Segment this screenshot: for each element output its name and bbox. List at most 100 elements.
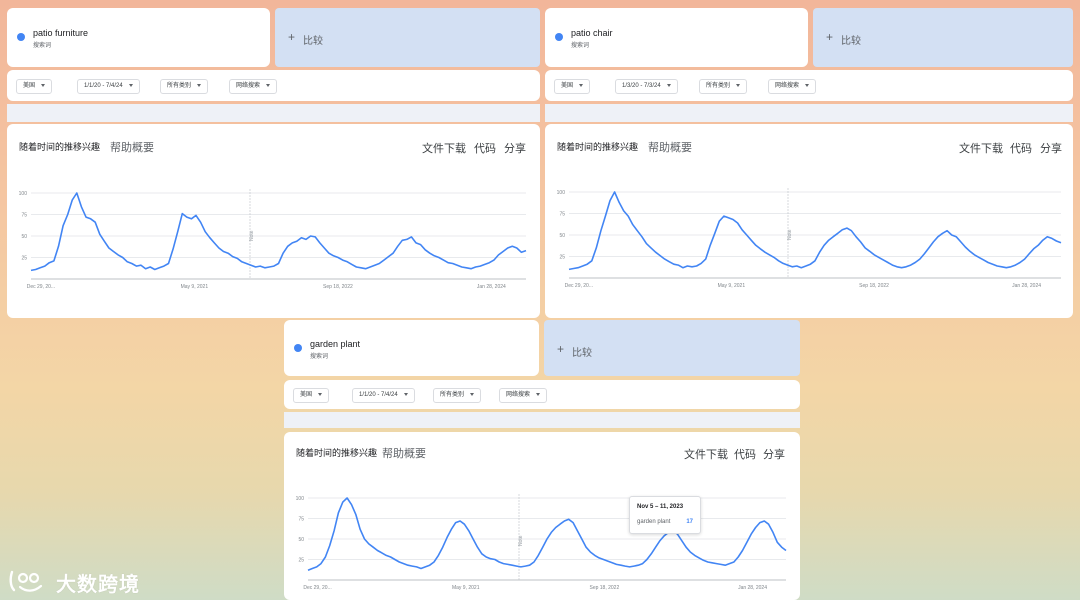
brand-name: 大数跨境 xyxy=(56,574,140,596)
x-tick-label: May 9, 2021 xyxy=(452,585,480,591)
caret-down-icon xyxy=(403,392,408,396)
x-tick-label: Dec 29, 20... xyxy=(303,585,331,591)
search-term-type: 搜索词 xyxy=(33,43,52,49)
search-type-value: 网络搜索 xyxy=(775,83,800,89)
search-term-card[interactable]: garden plant 搜索词 xyxy=(284,320,539,376)
x-tick-label: Sep 18, 2022 xyxy=(589,585,619,591)
y-tick-label: 50 xyxy=(559,233,565,239)
series-line xyxy=(568,191,1062,271)
compare-label: 比较 xyxy=(572,348,592,359)
region-dropdown[interactable]: 美国 xyxy=(16,79,53,94)
section-divider xyxy=(7,104,540,122)
x-tick-label: Jan 28, 2024 xyxy=(1012,283,1041,289)
y-tick-label: 25 xyxy=(21,256,27,262)
search-term-card[interactable]: patio chair 搜索词 xyxy=(545,8,808,67)
compare-label: 比较 xyxy=(841,36,861,47)
x-tick-label: Sep 18, 2022 xyxy=(323,284,353,290)
date-range-value: 1/3/20 - 7/3/24 xyxy=(622,83,661,89)
region-dropdown[interactable]: 美国 xyxy=(293,388,330,403)
y-tick-label: 50 xyxy=(21,234,27,240)
caret-down-icon xyxy=(666,83,671,87)
y-tick-label: 25 xyxy=(559,255,565,261)
date-range-dropdown[interactable]: 1/1/20 - 7/4/24 xyxy=(352,388,415,403)
x-tick-label: Jan 28, 2024 xyxy=(477,284,506,290)
y-tick-label: 25 xyxy=(298,558,304,564)
series-color-dot xyxy=(555,33,563,41)
search-type-value: 网络搜索 xyxy=(236,83,261,89)
x-tick-label: Dec 29, 20... xyxy=(565,283,593,289)
region-value: 美国 xyxy=(561,83,574,89)
search-type-dropdown[interactable]: 网络搜索 xyxy=(229,79,278,94)
compare-button[interactable]: + 比较 xyxy=(275,8,540,67)
y-tick-label: 75 xyxy=(21,213,27,219)
search-type-value: 网络搜索 xyxy=(506,392,531,398)
tooltip-date: Nov 5 – 11, 2023 xyxy=(637,504,684,510)
tooltip-term: garden plant xyxy=(637,519,671,525)
category-value: 所有类别 xyxy=(167,83,192,89)
region-value: 美国 xyxy=(23,83,36,89)
category-dropdown[interactable]: 所有类别 xyxy=(160,79,209,94)
brand-logo-icon xyxy=(9,570,43,592)
caret-down-icon xyxy=(805,83,810,87)
caret-down-icon xyxy=(736,83,741,87)
caret-down-icon xyxy=(266,83,271,87)
category-value: 所有类别 xyxy=(440,392,465,398)
date-range-dropdown[interactable]: 1/1/20 - 7/4/24 xyxy=(77,79,140,94)
y-tick-label: 100 xyxy=(19,191,28,197)
filter-bar: 美国 1/1/20 - 7/4/24 所有类别 网络搜索 xyxy=(7,70,540,101)
x-tick-label: May 9, 2021 xyxy=(181,284,209,290)
category-dropdown[interactable]: 所有类别 xyxy=(433,388,482,403)
interest-line-chart[interactable]: 100 75 50 25 Note Dec 29, 20... May 9, 2021 Sep… xyxy=(7,124,540,318)
filter-bar: 美国 1/3/20 - 7/3/24 所有类别 网络搜索 xyxy=(545,70,1073,101)
search-term-card[interactable]: patio furniture 搜索词 xyxy=(7,8,270,67)
search-term-name: garden plant xyxy=(310,339,361,349)
caret-down-icon xyxy=(536,392,541,396)
interest-chart-card: 随着时间的推移兴趣 帮助概要 文件下载 代码 分享 100 75 50 25 Note D… xyxy=(7,124,540,318)
caret-down-icon xyxy=(470,392,475,396)
filter-bar: 美国 1/1/20 - 7/4/24 所有类别 网络搜索 xyxy=(284,380,800,409)
date-range-dropdown[interactable]: 1/3/20 - 7/3/24 xyxy=(615,79,678,94)
tooltip-value: 17 xyxy=(686,519,693,525)
y-tick-label: 75 xyxy=(298,517,304,523)
y-tick-label: 100 xyxy=(296,496,305,502)
caret-down-icon xyxy=(318,392,323,396)
category-value: 所有类别 xyxy=(706,83,731,89)
date-range-value: 1/1/20 - 7/4/24 xyxy=(359,392,398,398)
x-tick-label: Sep 18, 2022 xyxy=(859,283,889,289)
x-tick-label: May 9, 2021 xyxy=(718,283,746,289)
y-tick-label: 75 xyxy=(559,212,565,218)
plus-icon: + xyxy=(288,30,296,44)
y-tick-label: 50 xyxy=(298,537,304,543)
section-divider xyxy=(284,412,800,428)
y-tick-label: 100 xyxy=(557,190,566,196)
compare-label: 比较 xyxy=(303,36,323,47)
search-term-name: patio furniture xyxy=(33,28,89,38)
search-type-dropdown[interactable]: 网络搜索 xyxy=(768,79,817,94)
interest-line-chart[interactable]: 100 75 50 25 Note Dec 29, 20... May 9, 2021 Sep… xyxy=(545,124,1073,318)
date-range-value: 1/1/20 - 7/4/24 xyxy=(84,83,123,89)
plus-icon: + xyxy=(826,30,834,44)
series-color-dot xyxy=(17,33,25,41)
trends-panel-1: patio furniture 搜索词 + 比较 美国 1/1/20 - 7/4… xyxy=(7,8,540,318)
search-term-type: 搜索词 xyxy=(310,354,329,360)
interest-chart-card: 随着时间的推移兴趣 帮助概要 文件下载 代码 分享 100 75 50 25 Note D… xyxy=(545,124,1073,318)
region-dropdown[interactable]: 美国 xyxy=(554,79,591,94)
trends-panel-2: patio chair 搜索词 + 比较 美国 1/3/20 - 7/3/24 … xyxy=(545,8,1073,318)
compare-button[interactable]: + 比较 xyxy=(544,320,800,376)
series-line xyxy=(30,192,527,272)
interest-line-chart[interactable]: 100 75 50 25 Note Dec 29, 20... May 9, 2021 Sep… xyxy=(284,432,800,600)
series-color-dot xyxy=(294,344,302,352)
search-term-name: patio chair xyxy=(571,28,613,38)
interest-chart-card: 随着时间的推移兴趣 帮助概要 文件下载 代码 分享 100 75 50 25 Note D… xyxy=(284,432,800,600)
caret-down-icon xyxy=(128,83,133,87)
search-type-dropdown[interactable]: 网络搜索 xyxy=(499,388,548,403)
note-label: Note xyxy=(249,230,255,241)
category-dropdown[interactable]: 所有类别 xyxy=(699,79,748,94)
caret-down-icon xyxy=(41,83,46,87)
caret-down-icon xyxy=(579,83,584,87)
caret-down-icon xyxy=(197,83,202,87)
note-label: Note xyxy=(518,535,524,546)
region-value: 美国 xyxy=(300,392,313,398)
compare-button[interactable]: + 比较 xyxy=(813,8,1073,67)
search-term-type: 搜索词 xyxy=(571,43,590,49)
